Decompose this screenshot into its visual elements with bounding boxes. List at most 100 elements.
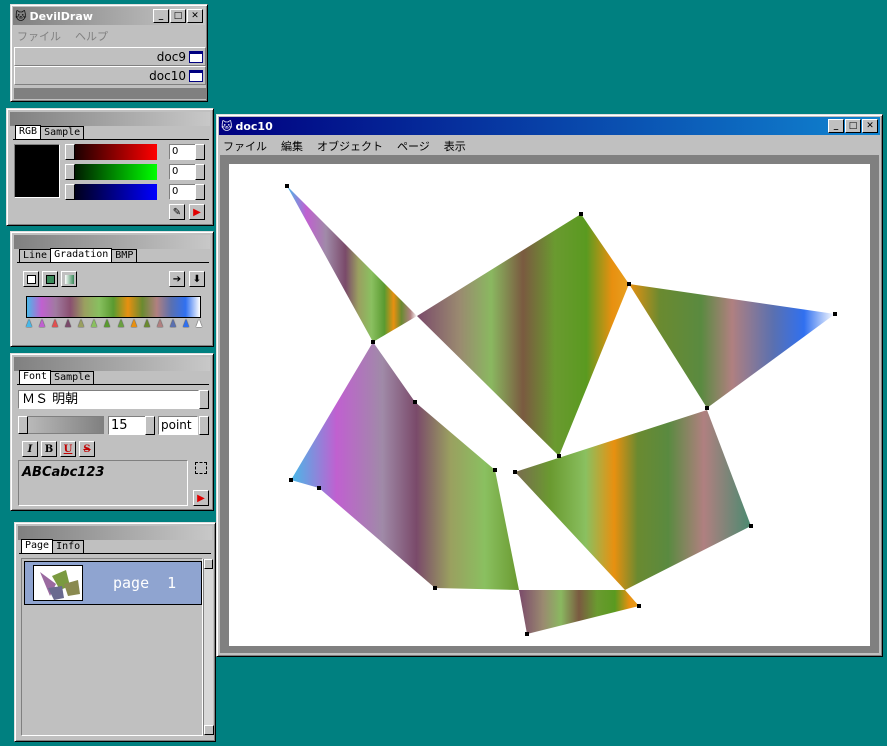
document-item-doc9[interactable]: doc9: [14, 47, 206, 66]
gradient-stop-marker[interactable]: [104, 319, 110, 327]
doc10-titlebar[interactable]: 🐱 doc10 _ □ ✕: [219, 117, 880, 135]
fill-gradient-button[interactable]: [61, 271, 77, 287]
blue-value-field[interactable]: 0: [169, 184, 197, 200]
document-item-doc10[interactable]: doc10: [14, 66, 206, 85]
font-size-field[interactable]: 15: [108, 416, 146, 435]
strikethrough-button[interactable]: S: [79, 441, 95, 457]
tab-line[interactable]: Line: [19, 249, 52, 262]
doc-menu-object[interactable]: オブジェクト: [317, 138, 383, 154]
tab-bmp[interactable]: BMP: [111, 249, 138, 262]
font-dropdown-button[interactable]: [199, 390, 209, 409]
handle-square[interactable]: [513, 470, 517, 474]
canvas-drawing[interactable]: [229, 164, 870, 646]
gradient-stop-marker[interactable]: [157, 319, 163, 327]
doc-close-button[interactable]: ✕: [862, 119, 878, 133]
shape-wedge-right[interactable]: [629, 284, 835, 408]
devildraw-titlebar[interactable]: 🐱 DevilDraw _ □ ✕: [13, 7, 205, 25]
handle-square[interactable]: [285, 184, 289, 188]
tab-rgb[interactable]: RGB: [15, 125, 42, 139]
gradation-panel-titlebar[interactable]: [14, 235, 210, 249]
handle-square[interactable]: [317, 486, 321, 490]
rgb-panel-titlebar[interactable]: [10, 112, 210, 126]
handle-square[interactable]: [413, 400, 417, 404]
window-icon[interactable]: [189, 69, 203, 82]
arrow-right-button[interactable]: ➔: [169, 271, 185, 287]
handle-square[interactable]: [579, 212, 583, 216]
handle-square[interactable]: [557, 454, 561, 458]
font-apply-button[interactable]: ▶: [193, 490, 209, 506]
handle-square[interactable]: [637, 604, 641, 608]
red-value-field[interactable]: 0: [169, 144, 197, 160]
handle-square[interactable]: [493, 468, 497, 472]
gradient-stop-marker[interactable]: [131, 319, 137, 327]
doc-menu-view[interactable]: 表示: [444, 138, 466, 154]
green-spinner[interactable]: [195, 164, 205, 180]
shape-triangle-top-left[interactable]: [287, 186, 417, 342]
gradient-stop-marker[interactable]: [183, 319, 189, 327]
handle-square[interactable]: [525, 632, 529, 636]
gradient-stop-marker[interactable]: [52, 319, 58, 327]
expand-icon[interactable]: [195, 462, 207, 474]
gradient-stop-marker[interactable]: [39, 319, 45, 327]
gradient-stop-marker[interactable]: [196, 319, 202, 327]
blue-slider-thumb[interactable]: [65, 184, 75, 200]
doc-maximize-button[interactable]: □: [845, 119, 861, 133]
handle-square[interactable]: [289, 478, 293, 482]
red-spinner[interactable]: [195, 144, 205, 160]
gradient-stop-marker[interactable]: [91, 319, 97, 327]
tab-info[interactable]: Info: [52, 540, 85, 553]
tab-font[interactable]: Font: [19, 370, 52, 384]
blue-spinner[interactable]: [195, 184, 205, 200]
gradient-stop-marker[interactable]: [78, 319, 84, 327]
apply-button[interactable]: ▶: [189, 204, 205, 220]
eyedropper-button[interactable]: ✎: [169, 204, 185, 220]
handle-square[interactable]: [749, 524, 753, 528]
font-size-spinner[interactable]: [145, 416, 155, 435]
drawing-canvas[interactable]: [229, 164, 870, 646]
doc-minimize-button[interactable]: _: [828, 119, 844, 133]
maximize-button[interactable]: □: [170, 9, 186, 23]
handle-square[interactable]: [705, 406, 709, 410]
minimize-button[interactable]: _: [153, 9, 169, 23]
underline-button[interactable]: U: [60, 441, 76, 457]
page-panel-titlebar[interactable]: [18, 526, 212, 540]
fill-none-button[interactable]: [23, 271, 39, 287]
close-button[interactable]: ✕: [187, 9, 203, 23]
gradient-bar[interactable]: [26, 296, 201, 318]
blue-slider-track[interactable]: [65, 184, 157, 200]
doc-menu-edit[interactable]: 編集: [281, 138, 303, 154]
green-slider-thumb[interactable]: [65, 164, 75, 180]
handle-square[interactable]: [371, 340, 375, 344]
handle-square[interactable]: [433, 586, 437, 590]
tab-gradation[interactable]: Gradation: [50, 248, 113, 262]
gradient-stop-marker[interactable]: [26, 319, 32, 327]
tab-sample[interactable]: Sample: [40, 126, 85, 139]
red-slider-track[interactable]: [65, 144, 157, 160]
green-slider-track[interactable]: [65, 164, 157, 180]
tab-page[interactable]: Page: [21, 539, 54, 553]
gradient-stop-marker[interactable]: [144, 319, 150, 327]
gradient-stop-marker[interactable]: [65, 319, 71, 327]
menu-file[interactable]: ファイル: [17, 28, 61, 44]
font-name-field[interactable]: ＭＳ 明朝: [18, 390, 199, 409]
doc-menu-file[interactable]: ファイル: [223, 138, 267, 154]
font-unit-spinner[interactable]: [199, 416, 209, 435]
font-size-slider[interactable]: [18, 416, 104, 434]
font-unit-field[interactable]: point: [158, 416, 198, 435]
shape-strip-bottom[interactable]: [519, 590, 639, 634]
menu-help[interactable]: ヘルプ: [75, 28, 108, 44]
gradient-stop-marker[interactable]: [118, 319, 124, 327]
font-panel-titlebar[interactable]: [14, 357, 210, 371]
doc-menu-page[interactable]: ページ: [397, 138, 430, 154]
bold-button[interactable]: B: [41, 441, 57, 457]
page-item[interactable]: page 1: [24, 561, 202, 605]
red-slider-thumb[interactable]: [65, 144, 75, 160]
handle-square[interactable]: [627, 282, 631, 286]
tab-font-sample[interactable]: Sample: [50, 371, 95, 384]
shape-diamond-top[interactable]: [417, 214, 629, 456]
page-list-scrollbar[interactable]: [203, 559, 214, 735]
arrow-down-button[interactable]: ⬇: [189, 271, 205, 287]
font-size-slider-thumb[interactable]: [18, 416, 28, 434]
green-value-field[interactable]: 0: [169, 164, 197, 180]
gradient-stop-marker[interactable]: [170, 319, 176, 327]
